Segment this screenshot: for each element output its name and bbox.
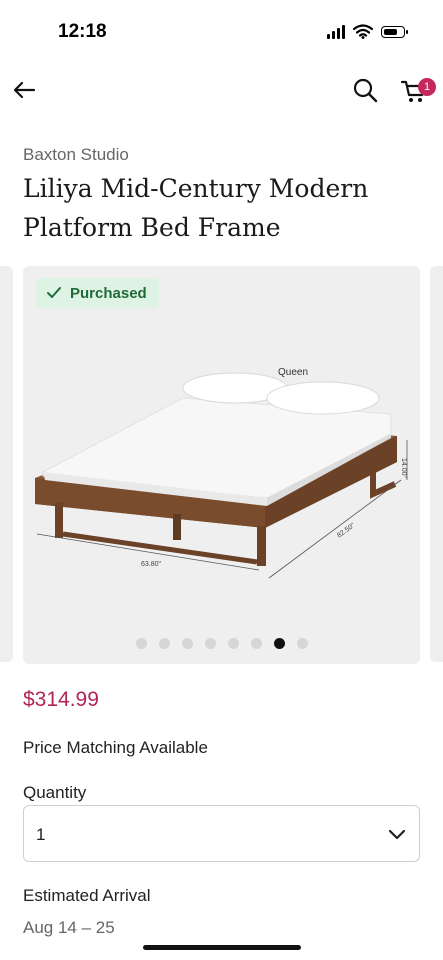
quantity-value: 1 bbox=[36, 825, 46, 844]
carousel-dot[interactable] bbox=[181, 638, 193, 649]
product-title-line1: Liliya Mid-Century Modern bbox=[23, 174, 369, 203]
carousel-dot[interactable] bbox=[227, 638, 239, 649]
top-nav bbox=[0, 62, 443, 120]
signal-icon bbox=[327, 24, 345, 39]
estimated-arrival-date: Aug 14 – 25 bbox=[23, 918, 115, 937]
brand-name[interactable]: Baxton Studio bbox=[23, 145, 129, 165]
carousel-dot[interactable] bbox=[158, 638, 170, 649]
image-carousel[interactable]: Queen 63.80" 82.50" 14.00" Purchased bbox=[0, 266, 443, 664]
product-price: $314.99 bbox=[23, 688, 99, 711]
chevron-down-icon bbox=[388, 829, 406, 840]
next-image-peek[interactable] bbox=[430, 266, 443, 662]
purchased-label: Purchased bbox=[70, 284, 147, 302]
product-title-line2: Platform Bed Frame bbox=[23, 213, 281, 242]
product-title: Liliya Mid-Century Modern Platform Bed F… bbox=[23, 169, 423, 247]
status-time: 12:18 bbox=[58, 21, 107, 42]
product-image: Queen 63.80" 82.50" 14.00" bbox=[35, 367, 408, 579]
quantity-label: Quantity bbox=[23, 783, 87, 802]
home-indicator[interactable] bbox=[143, 945, 301, 950]
carousel-dot[interactable] bbox=[250, 638, 262, 649]
cart-count-badge: 1 bbox=[418, 78, 436, 96]
carousel-dot[interactable] bbox=[135, 638, 147, 649]
image-height-label: 14.00" bbox=[400, 458, 407, 479]
carousel-dot-active[interactable] bbox=[273, 638, 285, 649]
carousel-dot[interactable] bbox=[204, 638, 216, 649]
estimated-arrival-label: Estimated Arrival bbox=[23, 886, 151, 905]
carousel-pagination[interactable] bbox=[23, 638, 420, 649]
checkmark-icon bbox=[47, 287, 61, 298]
status-icons bbox=[327, 24, 408, 39]
status-bar: 12:18 bbox=[0, 0, 443, 60]
image-depth-label: 82.50" bbox=[336, 522, 357, 540]
image-size-label: Queen bbox=[278, 367, 308, 378]
price-matching-link[interactable]: Price Matching Available bbox=[23, 738, 208, 758]
purchased-badge: Purchased bbox=[36, 278, 159, 308]
back-arrow-icon[interactable] bbox=[10, 76, 38, 104]
carousel-dot[interactable] bbox=[296, 638, 308, 649]
quantity-select[interactable]: 1 bbox=[23, 805, 420, 862]
battery-icon bbox=[381, 25, 408, 38]
previous-image-peek[interactable] bbox=[0, 266, 13, 662]
search-icon[interactable] bbox=[351, 76, 379, 104]
wifi-icon bbox=[353, 24, 373, 39]
product-image-card[interactable]: Queen 63.80" 82.50" 14.00" Purchased bbox=[23, 266, 420, 664]
image-width-label: 63.80" bbox=[141, 561, 162, 568]
